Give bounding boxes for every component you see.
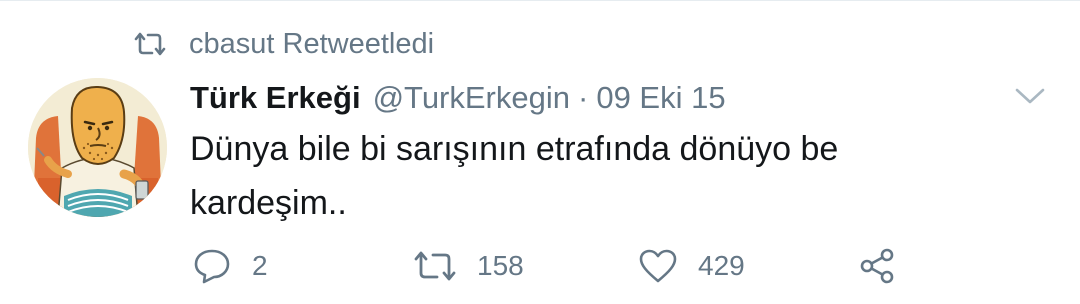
heart-icon [638, 248, 678, 284]
tweet-text: Dünya bile bi sarışının etrafında dönüyo… [190, 130, 839, 222]
share-icon [858, 247, 896, 285]
retweet-context-label: cbasut Retweetledi [189, 27, 435, 60]
cartoon-man-avatar [28, 78, 167, 217]
tweet-card[interactable]: cbasut Retweetledi Türk Erkeği @TurkErke… [0, 0, 1080, 304]
tweet-date[interactable]: 09 Eki 15 [596, 80, 725, 116]
user-handle[interactable]: @TurkErkegin [373, 80, 570, 116]
like-count: 429 [698, 250, 745, 281]
retweet-button[interactable]: 158 [413, 246, 524, 286]
separator-dot: · [578, 80, 589, 115]
reply-icon [192, 247, 232, 285]
display-name[interactable]: Türk Erkeği [190, 80, 361, 116]
avatar[interactable] [28, 78, 167, 217]
tweet-header: Türk Erkeği @TurkErkegin · 09 Eki 15 [190, 76, 726, 120]
divider [0, 0, 1080, 1]
like-button[interactable]: 429 [638, 246, 745, 286]
chevron-down-icon[interactable] [1014, 84, 1046, 108]
tweet-actions: 2 158 429 [192, 246, 912, 286]
reply-button[interactable]: 2 [192, 246, 268, 286]
retweet-count: 158 [477, 250, 524, 281]
retweet-icon [133, 31, 167, 57]
retweet-context[interactable]: cbasut Retweetledi [133, 24, 434, 64]
share-button[interactable] [858, 246, 896, 286]
reply-count: 2 [252, 250, 268, 281]
retweet-icon [413, 249, 457, 283]
